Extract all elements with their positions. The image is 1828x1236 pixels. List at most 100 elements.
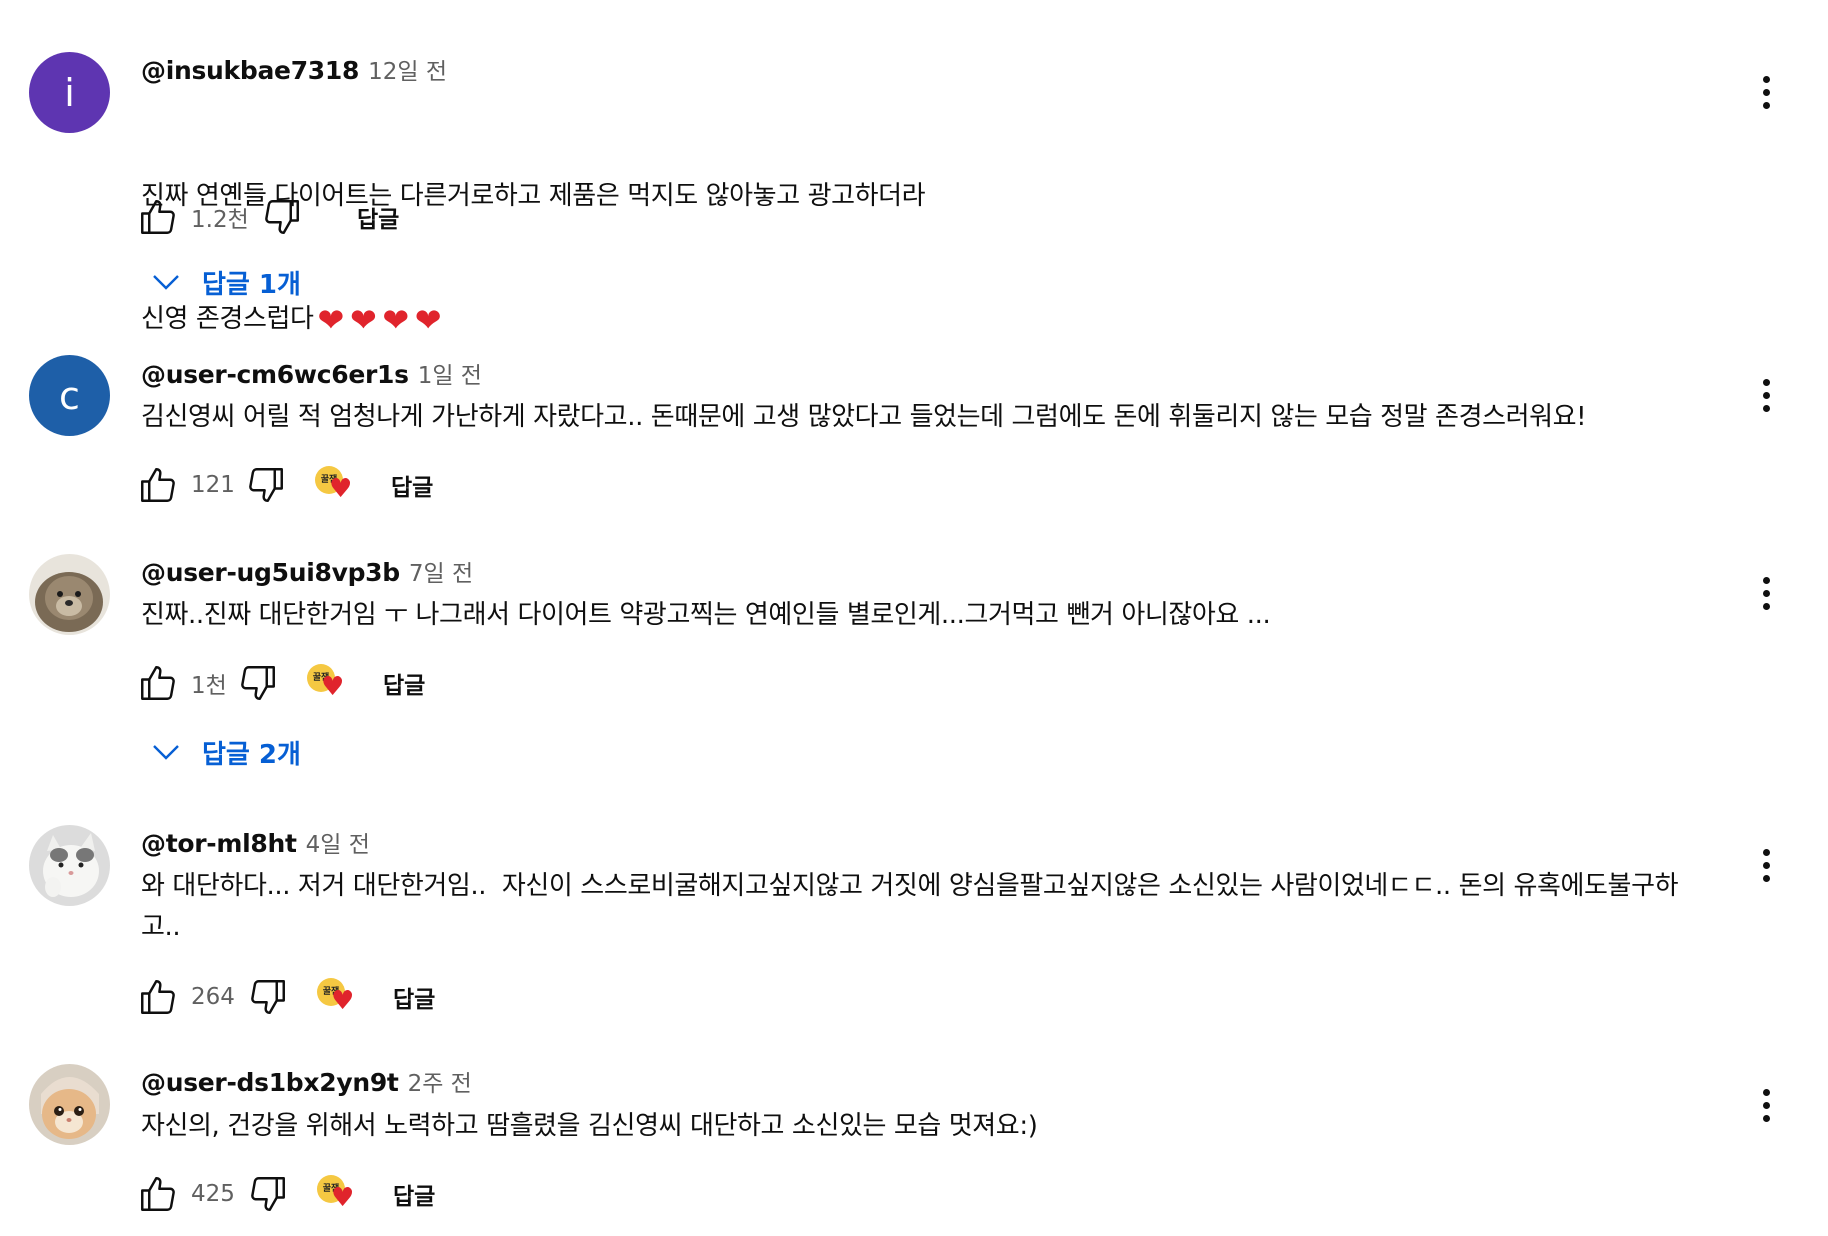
thumbs-down-icon	[251, 980, 285, 1014]
cat-photo-avatar	[29, 825, 110, 906]
dislike-button[interactable]	[245, 974, 291, 1020]
cat-photo-avatar	[29, 1064, 110, 1145]
comment-header: @user-cm6wc6er1s 1일 전	[141, 356, 482, 390]
dot	[1762, 378, 1770, 386]
comment-text: 진짜..진짜 대단한거임 ㅜ 나그래서 다이어트 약광고찍는 연예인들 별로인게…	[141, 600, 1271, 630]
thumbs-up-icon	[141, 980, 175, 1014]
author-name[interactable]: @user-cm6wc6er1s	[141, 360, 409, 389]
dislike-button[interactable]	[243, 462, 289, 508]
avatar[interactable]	[29, 825, 110, 906]
more-options-button[interactable]	[1752, 370, 1780, 420]
comment-actions: 264 꿀잼 ♥ 답글	[135, 972, 435, 1022]
view-replies-label: 답글 2개	[202, 739, 301, 770]
like-count: 1.2천	[191, 207, 249, 233]
timestamp[interactable]: 1일 전	[418, 356, 482, 390]
like-count: 425	[191, 1181, 235, 1207]
avatar[interactable]	[29, 554, 110, 635]
reply-button[interactable]: 답글	[383, 666, 425, 700]
otter-photo-avatar	[29, 554, 110, 635]
comment-header: @user-ds1bx2yn9t 2주 전	[141, 1064, 472, 1098]
dislike-button[interactable]	[245, 1171, 291, 1217]
comment-header: @tor-ml8ht 4일 전	[141, 825, 370, 859]
thumbs-up-icon	[141, 1177, 175, 1211]
dot	[1762, 1114, 1770, 1122]
dot	[1762, 874, 1770, 882]
dislike-button[interactable]	[235, 660, 281, 706]
timestamp[interactable]: 2주 전	[408, 1064, 472, 1098]
red-heart-icon: ♥	[321, 672, 345, 702]
chevron-down-icon	[153, 275, 179, 290]
dot	[1762, 1101, 1770, 1109]
dot	[1762, 602, 1770, 610]
comment-actions: 1.2천 답글	[135, 192, 399, 242]
dislike-button[interactable]	[259, 194, 305, 240]
heart-emojis: ❤ ❤ ❤ ❤	[317, 301, 442, 339]
comment-text: 자신의, 건강을 위해서 노력하고 땀흘렸을 김신영씨 대단하고 소신있는 모습…	[141, 1111, 1038, 1141]
heart-emoji: ❤	[317, 301, 345, 339]
thumbs-down-icon	[241, 666, 275, 700]
dot	[1762, 404, 1770, 412]
like-count: 121	[191, 472, 235, 498]
author-name[interactable]: @insukbae7318	[141, 56, 359, 85]
reply-button[interactable]: 답글	[393, 980, 435, 1014]
heart-emoji: ❤	[382, 301, 409, 339]
comment-header: @insukbae7318 12일 전	[141, 52, 447, 86]
like-button[interactable]	[135, 660, 181, 706]
more-options-button[interactable]	[1752, 568, 1780, 618]
thumbs-up-icon	[141, 468, 175, 502]
timestamp[interactable]: 7일 전	[409, 554, 473, 588]
reply-button[interactable]: 답글	[357, 200, 399, 234]
view-replies-button[interactable]: 답글 2개	[148, 730, 301, 774]
like-count: 264	[191, 984, 235, 1010]
like-button[interactable]	[135, 462, 181, 508]
comment-text-line: 신영 존경스럽다 ❤ ❤ ❤ ❤	[141, 299, 1741, 340]
like-button[interactable]	[135, 974, 181, 1020]
chevron-down-icon	[153, 745, 179, 760]
like-button[interactable]	[135, 1171, 181, 1217]
avatar[interactable]	[29, 1064, 110, 1145]
thumbs-down-icon	[265, 200, 299, 234]
dot	[1762, 88, 1770, 96]
timestamp[interactable]: 4일 전	[306, 825, 370, 859]
author-name[interactable]: @user-ds1bx2yn9t	[141, 1068, 399, 1097]
heart-emoji: ❤	[414, 301, 442, 339]
more-options-button[interactable]	[1752, 67, 1780, 117]
comment-actions: 1천 꿀잼 ♥ 답글	[135, 658, 425, 708]
thumbs-down-icon	[251, 1177, 285, 1211]
red-heart-icon: ♥	[331, 986, 355, 1016]
avatar[interactable]: c	[29, 355, 110, 436]
dot	[1762, 391, 1770, 399]
view-replies-button[interactable]: 답글 1개	[148, 260, 301, 304]
comment-actions: 425 꿀잼 ♥ 답글	[135, 1169, 435, 1219]
thumbs-down-icon	[249, 468, 283, 502]
author-name[interactable]: @tor-ml8ht	[141, 829, 297, 858]
dot	[1762, 576, 1770, 584]
creator-heart-badge: 꿀잼 ♥	[303, 660, 349, 706]
avatar-letter: i	[64, 70, 75, 115]
dot	[1762, 861, 1770, 869]
comment-text-line2: 신영 존경스럽다	[141, 304, 314, 334]
thumbs-up-icon	[141, 200, 175, 234]
more-options-button[interactable]	[1752, 1080, 1780, 1130]
dot	[1762, 589, 1770, 597]
comment-text: 김신영씨 어릴 적 엄청나게 가난하게 자랐다고.. 돈때문에 고생 많았다고 …	[141, 402, 1587, 432]
avatar[interactable]: i	[29, 52, 110, 133]
timestamp[interactable]: 12일 전	[368, 52, 447, 86]
comment-actions: 121 꿀잼 ♥ 답글	[135, 460, 433, 510]
heart-emoji: ❤	[349, 301, 377, 339]
reply-button[interactable]: 답글	[393, 1177, 435, 1211]
like-button[interactable]	[135, 194, 181, 240]
author-name[interactable]: @user-ug5ui8vp3b	[141, 558, 400, 587]
more-options-button[interactable]	[1752, 840, 1780, 890]
dot	[1762, 75, 1770, 83]
creator-heart-badge: 꿀잼 ♥	[311, 462, 357, 508]
reply-button[interactable]: 답글	[391, 468, 433, 502]
comment-text: 와 대단하다... 저거 대단한거임.. 자신이 스스로비굴해지고싶지않고 거짓…	[141, 871, 1679, 942]
dot	[1762, 1088, 1770, 1096]
creator-heart-badge: 꿀잼 ♥	[313, 974, 359, 1020]
dot	[1762, 848, 1770, 856]
red-heart-icon: ♥	[329, 474, 353, 504]
creator-heart-badge: 꿀잼 ♥	[313, 1171, 359, 1217]
red-heart-icon: ♥	[331, 1183, 355, 1213]
comment-header: @user-ug5ui8vp3b 7일 전	[141, 554, 473, 588]
